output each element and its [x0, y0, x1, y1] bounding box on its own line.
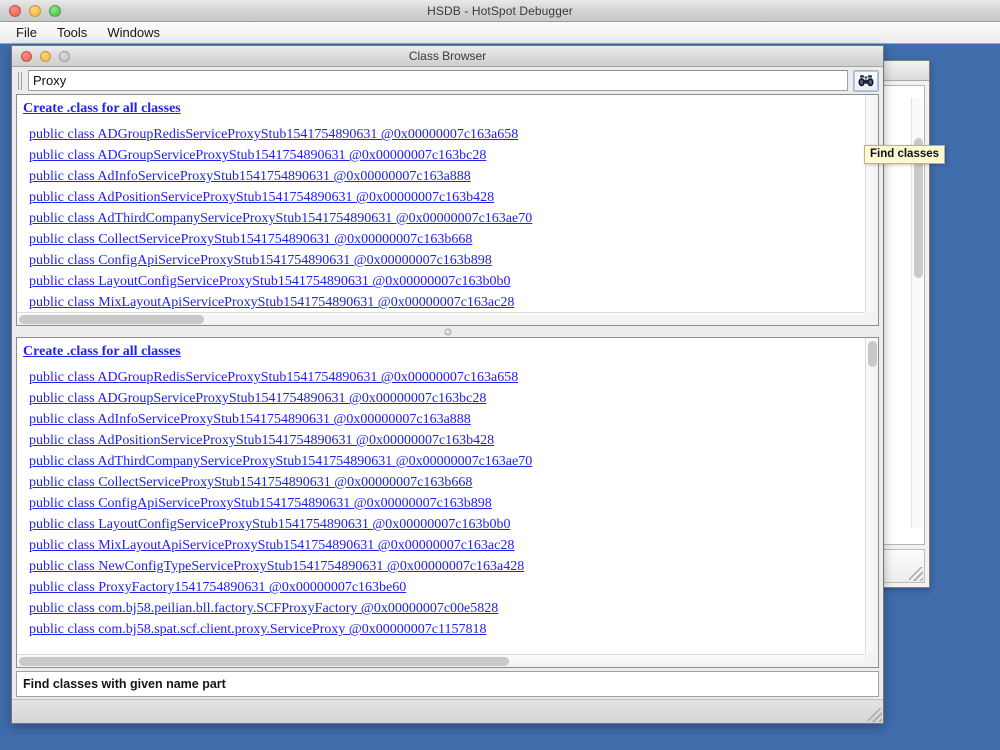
top-results-pane[interactable]: Create .class for all classes public cla… [16, 94, 879, 326]
bottom-results-content: Create .class for all classes public cla… [17, 338, 865, 654]
class-link[interactable]: public class LayoutConfigServiceProxyStu… [23, 514, 865, 535]
bottom-pane-scroll-corner [865, 654, 878, 667]
top-pane-hscroll-thumb[interactable] [19, 315, 204, 324]
class-link[interactable]: public class com.bj58.peilian.bll.factor… [23, 598, 865, 619]
create-class-link-bottom[interactable]: Create .class for all classes [23, 344, 181, 360]
class-link[interactable]: public class CollectServiceProxyStub1541… [23, 472, 865, 493]
class-link[interactable]: public class ADGroupRedisServiceProxyStu… [23, 367, 865, 388]
hsdb-titlebar: HSDB - HotSpot Debugger [0, 0, 1000, 22]
zoom-button[interactable] [49, 4, 61, 17]
class-link[interactable]: public class CollectServiceProxyStub1541… [23, 229, 865, 250]
top-pane-vertical-scrollbar[interactable] [865, 95, 878, 312]
find-classes-button[interactable] [853, 69, 879, 92]
class-browser-titlebar: Class Browser [12, 46, 883, 67]
bottom-pane-horizontal-scrollbar[interactable] [17, 654, 865, 667]
class-browser-footer [12, 699, 883, 723]
menubar: File Tools Windows [0, 22, 1000, 44]
hsdb-desktop-pane: 0:... Class Browser [0, 45, 1000, 750]
bottom-pane-vscroll-thumb[interactable] [868, 341, 877, 367]
bottom-class-list: public class ADGroupRedisServiceProxyStu… [23, 367, 865, 640]
class-link[interactable]: public class AdInfoServiceProxyStub15417… [23, 409, 865, 430]
class-link[interactable]: public class com.bj58.spat.scf.client.pr… [23, 619, 865, 640]
close-button[interactable] [9, 4, 21, 17]
class-link[interactable]: public class LayoutConfigServiceProxyStu… [23, 271, 865, 292]
class-link[interactable]: public class NewConfigTypeServiceProxySt… [23, 556, 865, 577]
class-browser-close-button[interactable] [21, 50, 32, 62]
class-link[interactable]: public class AdThirdCompanyServiceProxyS… [23, 208, 865, 229]
toolbar-drag-handle[interactable] [18, 71, 23, 90]
top-results-content: Create .class for all classes public cla… [17, 95, 865, 312]
class-link[interactable]: public class ConfigApiServiceProxyStub15… [23, 250, 865, 271]
desktop: HSDB - HotSpot Debugger File Tools Windo… [0, 0, 1000, 750]
class-link[interactable]: public class ConfigApiServiceProxyStub15… [23, 493, 865, 514]
binoculars-icon [858, 75, 874, 87]
class-browser-window-controls [12, 50, 70, 62]
class-link[interactable]: public class AdPositionServiceProxyStub1… [23, 430, 865, 451]
class-link[interactable]: public class ADGroupRedisServiceProxyStu… [23, 124, 865, 145]
class-link[interactable]: public class AdThirdCompanyServiceProxyS… [23, 451, 865, 472]
split-divider-knob[interactable] [444, 328, 451, 335]
class-link[interactable]: public class ADGroupServiceProxyStub1541… [23, 388, 865, 409]
status-bar: Find classes with given name part [16, 671, 879, 697]
class-link[interactable]: public class AdPositionServiceProxyStub1… [23, 187, 865, 208]
top-pane-horizontal-scrollbar[interactable] [17, 312, 865, 325]
class-link[interactable]: public class MixLayoutApiServiceProxyStu… [23, 292, 865, 312]
class-browser-window[interactable]: Class Browser Proxy Create .class for al… [11, 45, 884, 724]
class-browser-minimize-button[interactable] [40, 50, 51, 62]
top-pane-scroll-corner [865, 312, 878, 325]
class-link[interactable]: public class ADGroupServiceProxyStub1541… [23, 145, 865, 166]
class-browser-zoom-button [59, 50, 70, 62]
class-browser-title: Class Browser [408, 49, 487, 63]
bottom-results-pane[interactable]: Create .class for all classes public cla… [16, 337, 879, 668]
top-class-list: public class ADGroupRedisServiceProxyStu… [23, 124, 865, 312]
class-link[interactable]: public class MixLayoutApiServiceProxyStu… [23, 535, 865, 556]
status-bar-text: Find classes with given name part [23, 677, 226, 691]
menu-file[interactable]: File [8, 23, 45, 42]
class-browser-resize-grip-icon[interactable] [868, 708, 882, 722]
bottom-pane-vertical-scrollbar[interactable] [865, 338, 878, 654]
find-classes-tooltip: Find classes [864, 145, 946, 164]
menu-tools[interactable]: Tools [49, 23, 95, 42]
bottom-pane-hscroll-thumb[interactable] [19, 657, 509, 666]
class-link[interactable]: public class AdInfoServiceProxyStub15417… [23, 166, 865, 187]
search-toolbar [12, 67, 883, 94]
hsdb-main-window: HSDB - HotSpot Debugger File Tools Windo… [0, 0, 1000, 750]
resize-grip-icon[interactable] [909, 567, 923, 581]
class-link[interactable]: public class ProxyFactory1541754890631 @… [23, 577, 865, 598]
split-divider[interactable] [16, 326, 879, 337]
split-panes: Create .class for all classes public cla… [12, 94, 883, 668]
menu-windows[interactable]: Windows [99, 23, 168, 42]
hsdb-window-title: HSDB - HotSpot Debugger [427, 3, 573, 18]
search-input[interactable] [28, 70, 848, 91]
minimize-button[interactable] [29, 4, 41, 17]
hsdb-window-controls [0, 4, 61, 17]
create-class-link-top[interactable]: Create .class for all classes [23, 101, 181, 117]
